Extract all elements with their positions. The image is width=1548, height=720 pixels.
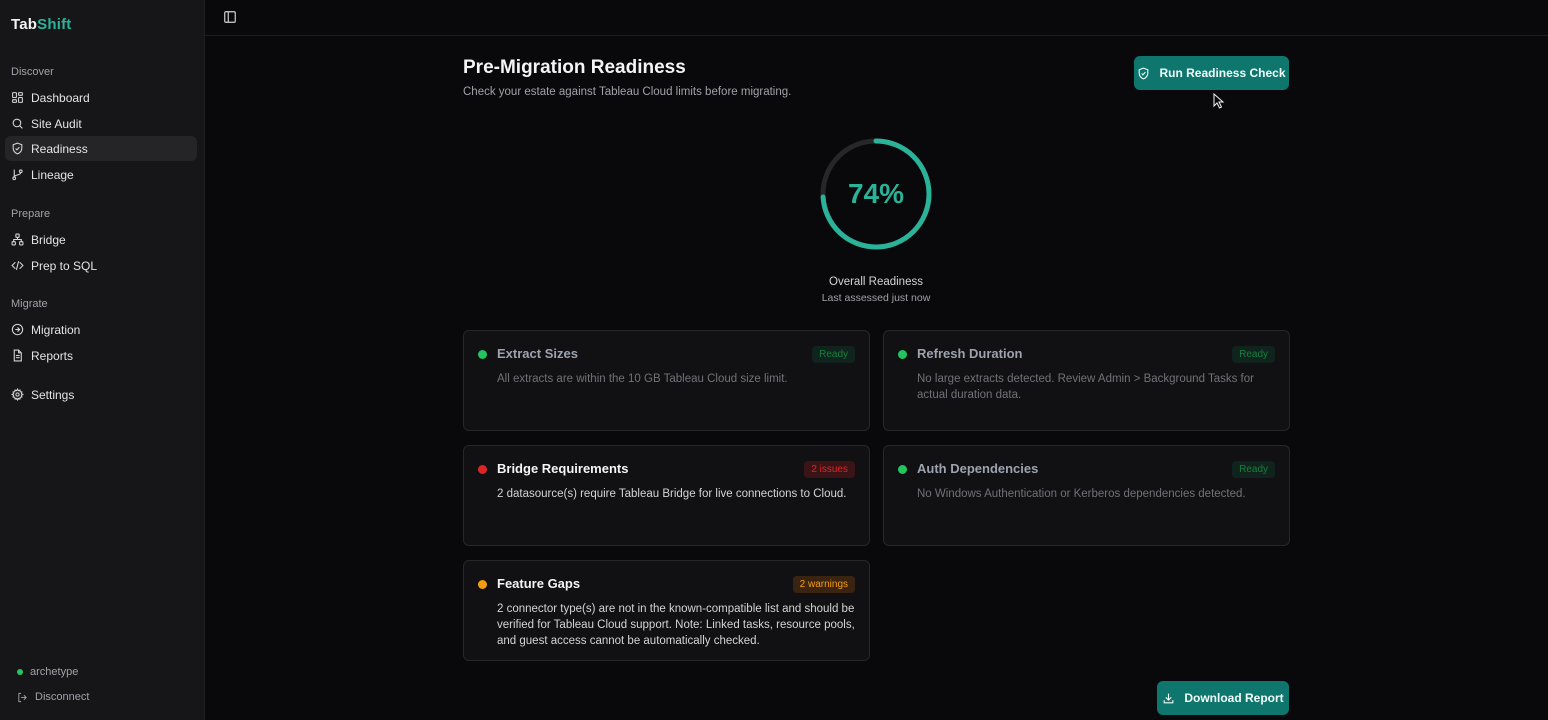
card-title: Feature Gaps [497, 576, 581, 591]
sidebar-item-reports[interactable]: Reports [5, 343, 197, 368]
overall-readiness-gauge: 74% [818, 136, 934, 252]
sidebar-item-dashboard[interactable]: Dashboard [5, 85, 197, 110]
section-label-prepare: Prepare [11, 208, 51, 220]
code-icon [11, 259, 24, 272]
status-dot [478, 350, 487, 359]
sidebar-item-label: Bridge [31, 232, 66, 247]
sidebar-item-label: Readiness [31, 141, 88, 156]
connected-user-name: archetype [30, 666, 79, 678]
connected-user: archetype [17, 666, 78, 678]
section-label-discover: Discover [11, 66, 54, 78]
sidebar-item-site-audit[interactable]: Site Audit [5, 111, 197, 136]
sidebar-item-bridge[interactable]: Bridge [5, 227, 197, 252]
status-badge: 2 warnings [792, 576, 855, 593]
section-label-migrate: Migrate [11, 298, 48, 310]
sidebar-item-label: Migration [31, 322, 81, 337]
sidebar-item-label: Site Audit [31, 116, 82, 131]
card-description: No Windows Authentication or Kerberos de… [917, 488, 1246, 500]
page-subtitle: Check your estate against Tableau Cloud … [463, 86, 792, 98]
status-dot [898, 350, 907, 359]
search-icon [11, 117, 24, 130]
sidebar-item-label: Reports [31, 348, 74, 363]
status-dot [478, 580, 487, 589]
readiness-percent: 74% [847, 178, 905, 209]
dashboard-icon [11, 91, 24, 104]
sidebar-toggle-icon[interactable] [223, 10, 237, 24]
disconnect-button[interactable]: Disconnect [17, 691, 89, 703]
logout-icon [17, 692, 28, 703]
sidebar-item-prep-to-sql[interactable]: Prep to SQL [5, 253, 197, 278]
download-report-button[interactable]: Download Report [1157, 681, 1289, 715]
readiness-last-assessed: Last assessed just now [821, 292, 931, 304]
card-title: Bridge Requirements [497, 461, 629, 476]
card-description: 2 connector type(s) are not in the known… [497, 603, 855, 647]
run-readiness-check-label: Run Readiness Check [1159, 66, 1286, 80]
logo-text-shift: Shift [37, 16, 72, 33]
sidebar-item-label: Settings [31, 387, 75, 402]
disconnect-label: Disconnect [35, 691, 90, 703]
mouse-pointer-icon [1213, 93, 1225, 109]
download-icon [1162, 692, 1184, 705]
connection-status-dot [17, 669, 23, 675]
status-badge: 2 issues [804, 461, 855, 478]
arrow-circle-icon [11, 323, 24, 336]
download-report-label: Download Report [1184, 691, 1284, 705]
sidebar-item-readiness[interactable]: Readiness [5, 136, 197, 161]
status-badge: Ready [1232, 461, 1275, 478]
sidebar-item-label: Prep to SQL [31, 258, 98, 273]
check-card-extract-sizes: Extract Sizes Ready All extracts are wit… [463, 330, 870, 431]
sidebar-item-label: Lineage [31, 167, 74, 182]
card-title: Auth Dependencies [917, 461, 1039, 476]
git-branch-icon [11, 168, 24, 181]
check-card-bridge-requirements: Bridge Requirements 2 issues 2 datasourc… [463, 445, 870, 546]
shield-icon [1137, 67, 1159, 80]
sidebar-item-settings[interactable]: Settings [5, 382, 197, 407]
card-title: Extract Sizes [497, 346, 578, 361]
page-title: Pre-Migration Readiness [463, 57, 686, 78]
status-badge: Ready [812, 346, 855, 363]
sidebar: TabShift Discover Dashboard Site Audit R… [0, 0, 205, 720]
card-description: No large extracts detected. Review Admin… [917, 373, 1254, 401]
card-description: All extracts are within the 10 GB Tablea… [497, 373, 788, 385]
logo-text-tab: Tab [11, 16, 38, 33]
status-dot [478, 465, 487, 474]
shield-check-icon [11, 142, 24, 155]
app-logo[interactable]: TabShift [11, 16, 71, 33]
gear-icon [11, 388, 24, 401]
sidebar-item-migration[interactable]: Migration [5, 317, 197, 342]
network-icon [11, 233, 24, 246]
file-text-icon [11, 349, 24, 362]
check-card-auth-dependencies: Auth Dependencies Ready No Windows Authe… [883, 445, 1290, 546]
sidebar-item-label: Dashboard [31, 90, 90, 105]
top-bar [205, 0, 1548, 36]
check-card-refresh-duration: Refresh Duration Ready No large extracts… [883, 330, 1290, 431]
sidebar-item-lineage[interactable]: Lineage [5, 162, 197, 187]
readiness-label: Overall Readiness [829, 276, 923, 288]
check-card-feature-gaps: Feature Gaps 2 warnings 2 connector type… [463, 560, 870, 661]
card-title: Refresh Duration [917, 346, 1023, 361]
card-description: 2 datasource(s) require Tableau Bridge f… [497, 488, 847, 500]
run-readiness-check-button[interactable]: Run Readiness Check [1134, 56, 1289, 90]
status-dot [898, 465, 907, 474]
status-badge: Ready [1232, 346, 1275, 363]
